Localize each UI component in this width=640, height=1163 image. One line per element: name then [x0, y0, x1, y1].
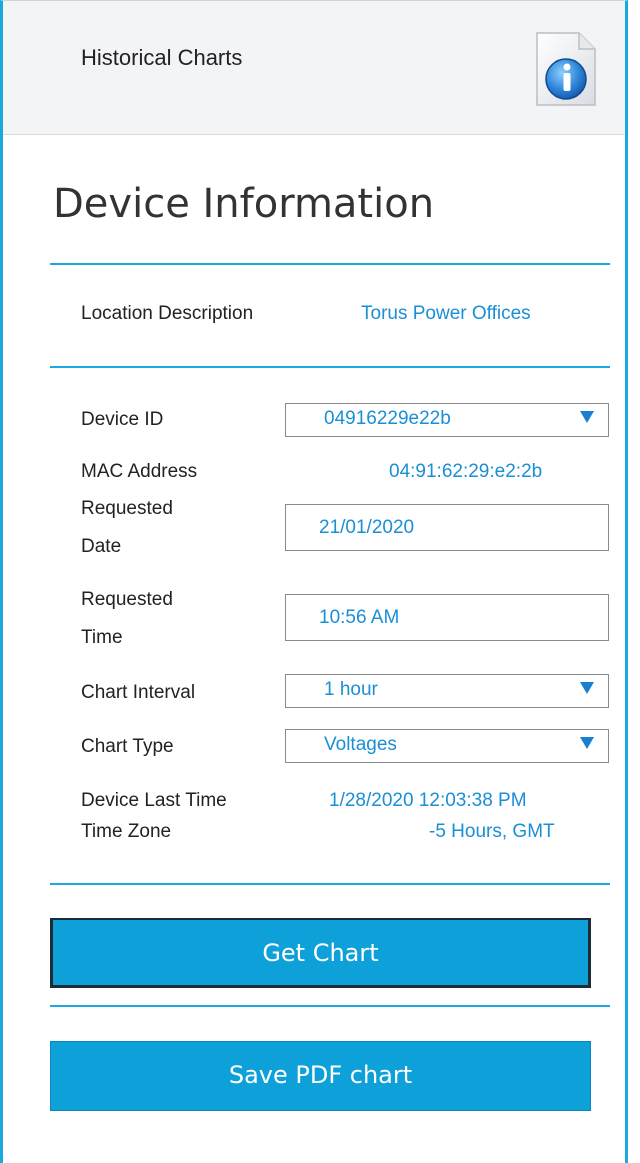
- location-description-value: Torus Power Offices: [361, 303, 531, 324]
- requested-time-label-line2: Time: [81, 627, 123, 648]
- chart-interval-select[interactable]: 1 hour: [285, 674, 609, 708]
- divider: [50, 883, 610, 885]
- chart-type-select[interactable]: Voltages: [285, 729, 609, 763]
- chart-type-selected: Voltages: [324, 734, 397, 755]
- requested-date-label-line1: Requested: [81, 498, 173, 519]
- location-description-label: Location Description: [81, 303, 254, 324]
- device-id-selected: 04916229e22b: [324, 408, 451, 429]
- historical-charts-panel: Historical Charts Device Information Loc…: [0, 0, 628, 1163]
- panel-header: Historical Charts: [3, 1, 625, 135]
- chart-interval-label: Chart Interval: [81, 682, 196, 703]
- chevron-down-icon: [580, 411, 594, 423]
- get-chart-button[interactable]: Get Chart: [50, 918, 591, 988]
- divider: [50, 1005, 610, 1007]
- chevron-down-icon: [580, 737, 594, 749]
- chart-interval-selected: 1 hour: [324, 679, 378, 700]
- divider: [50, 263, 610, 265]
- device-id-select[interactable]: 04916229e22b: [285, 403, 609, 437]
- device-last-time-label: Device Last Time: [81, 790, 227, 811]
- info-icon: [536, 32, 596, 106]
- chart-type-label: Chart Type: [81, 736, 174, 757]
- mac-address-label: MAC Address: [81, 461, 198, 482]
- device-last-time-value: 1/28/2020 12:03:38 PM: [329, 790, 527, 811]
- mac-address-value: 04:91:62:29:e2:2b: [389, 461, 543, 482]
- time-zone-label: Time Zone: [81, 821, 172, 842]
- device-id-label: Device ID: [81, 409, 164, 430]
- time-zone-value: -5 Hours, GMT: [429, 821, 555, 842]
- requested-time-label-line1: Requested: [81, 589, 173, 610]
- requested-date-label-line2: Date: [81, 536, 122, 557]
- requested-date-input[interactable]: [285, 504, 609, 551]
- requested-time-input[interactable]: [285, 594, 609, 641]
- divider: [50, 366, 610, 368]
- info-button[interactable]: [533, 31, 599, 107]
- chevron-down-icon: [580, 682, 594, 694]
- save-pdf-chart-button[interactable]: Save PDF chart: [50, 1041, 591, 1111]
- device-information-title: Device Information: [53, 181, 435, 227]
- header-title: Historical Charts: [81, 45, 243, 70]
